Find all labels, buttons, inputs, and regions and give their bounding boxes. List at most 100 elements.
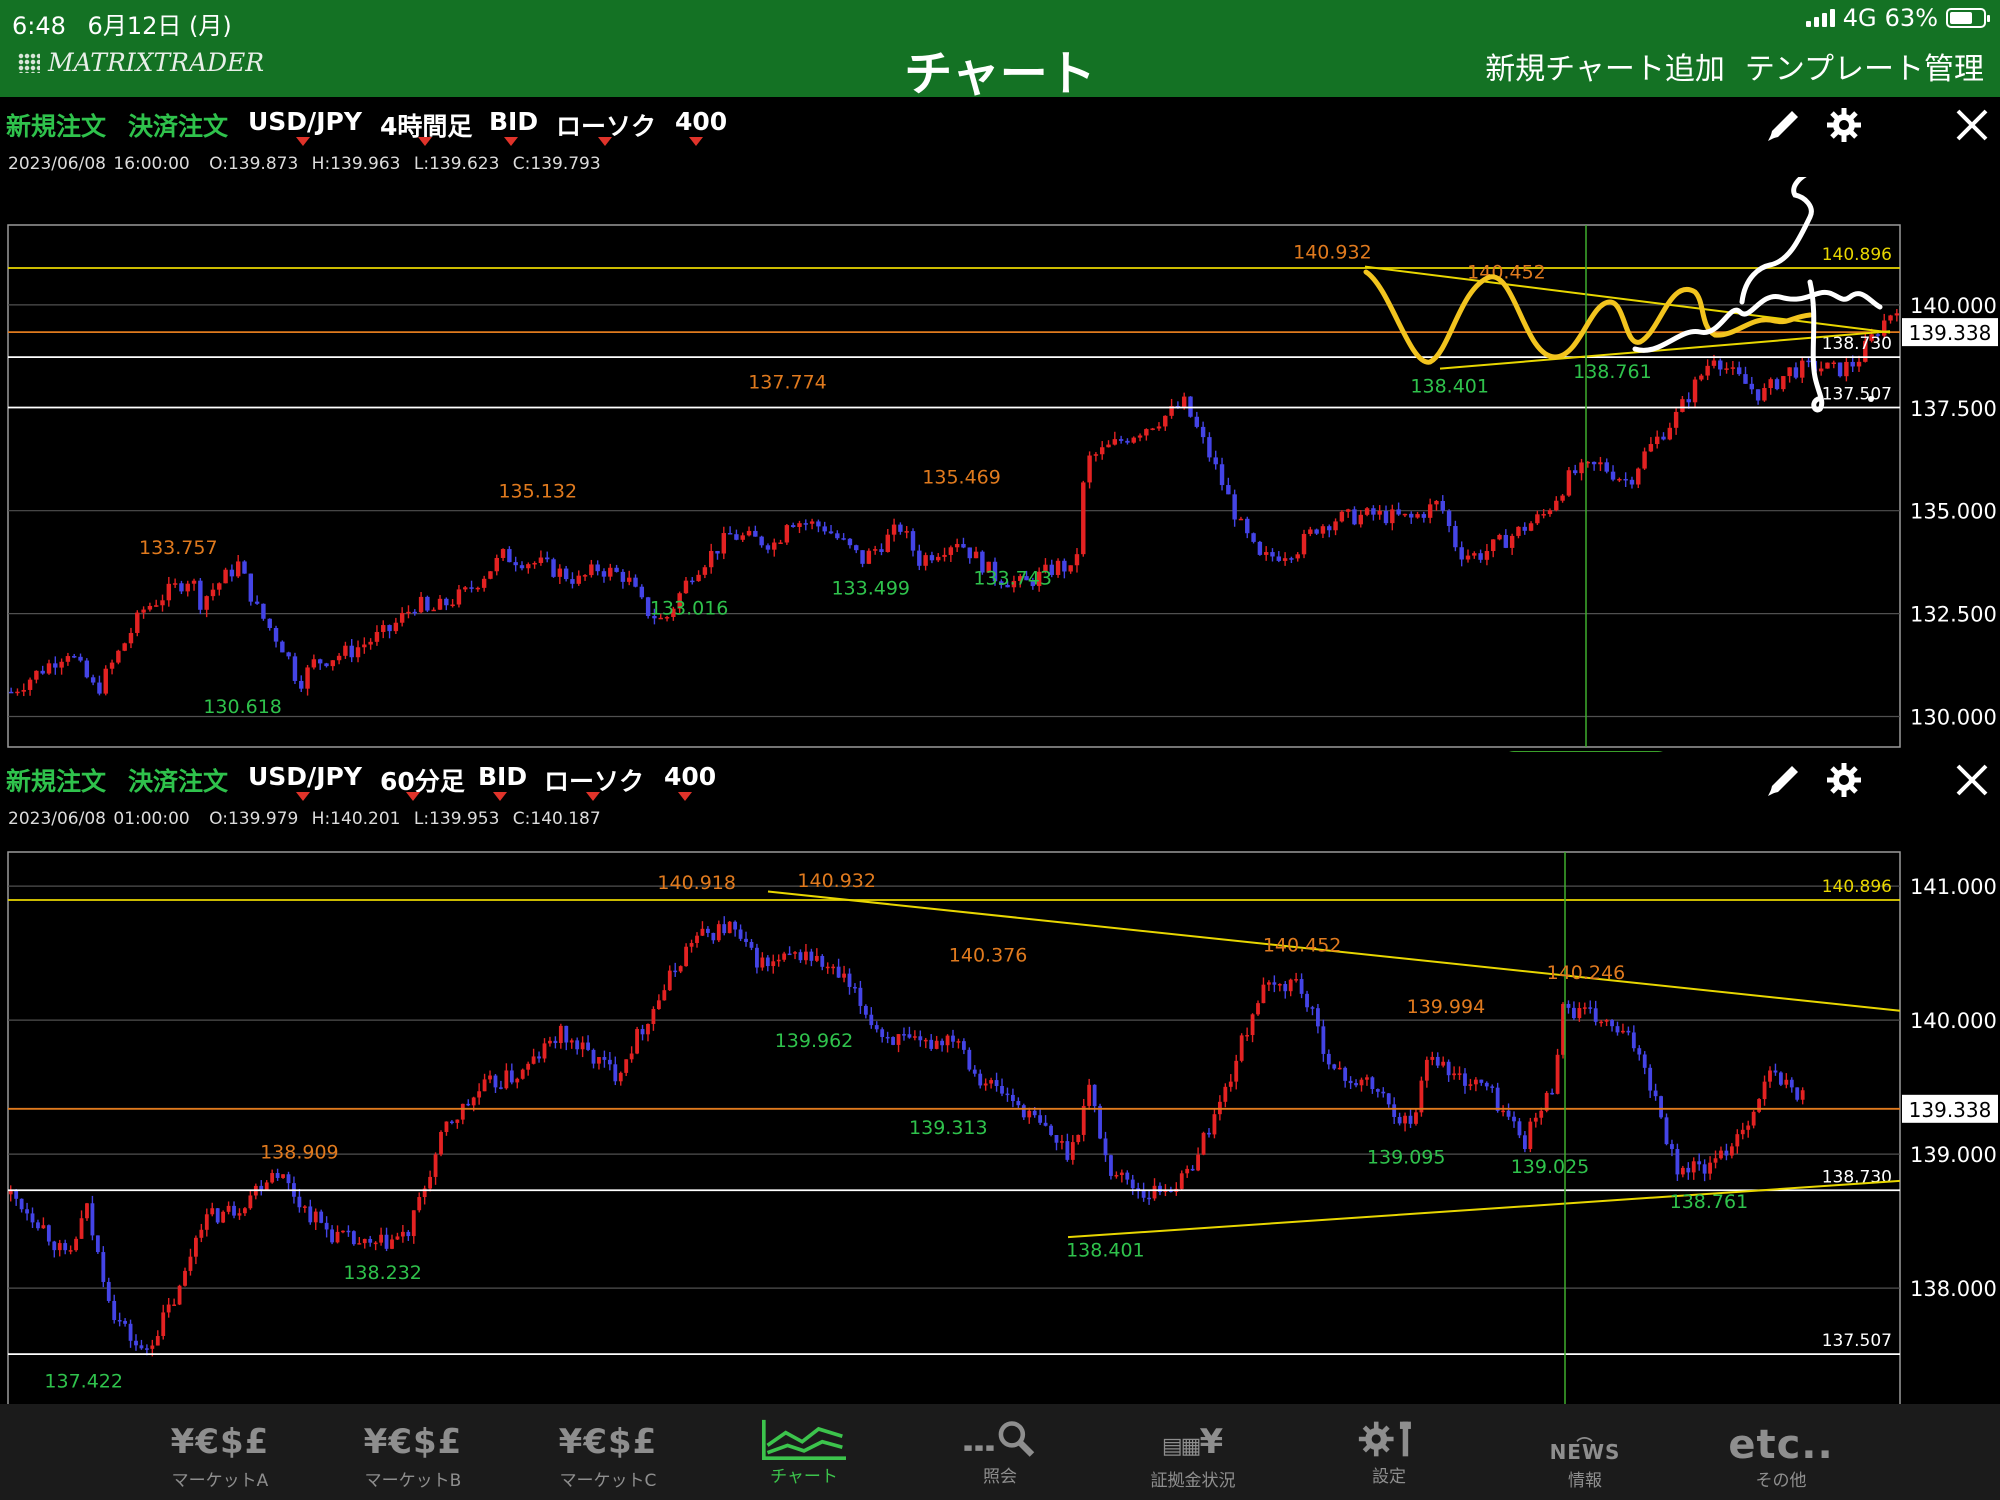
candle-body <box>1375 1089 1380 1092</box>
new-order-button[interactable]: 新規注文 <box>6 762 106 798</box>
candle-body <box>1465 555 1471 560</box>
candle-body <box>589 564 594 576</box>
candle-body <box>1321 1026 1326 1054</box>
candle-body <box>431 609 436 612</box>
candle-body <box>635 1029 639 1054</box>
candle-body <box>1856 361 1862 367</box>
low-price-label: 139.962 <box>775 1030 854 1052</box>
candle-body <box>368 1238 373 1243</box>
candle-body <box>537 1056 541 1059</box>
candle-body <box>601 571 607 577</box>
symbol-select[interactable]: USD/JPY <box>248 107 362 136</box>
candle-body <box>662 990 667 1001</box>
pencil-icon[interactable] <box>1762 760 1806 800</box>
candle-body <box>553 1040 558 1044</box>
candle-body <box>139 1345 144 1349</box>
timeframe-select[interactable]: 60分足 <box>380 762 465 798</box>
candle-body <box>428 1176 433 1189</box>
candlestick-chart-4h[interactable]: 130.000 132.500 135.000 137.500 140.000 140.8… <box>0 177 2000 752</box>
candle-body <box>1697 1161 1702 1165</box>
tab-market-a[interactable]: ¥€$£ マーケットA <box>145 1404 295 1500</box>
candle-body <box>715 550 720 554</box>
candle-body <box>373 1242 378 1245</box>
candle-body <box>765 957 770 967</box>
bar-count-select[interactable]: 400 <box>675 107 727 136</box>
candle-body <box>1582 1007 1587 1009</box>
candle-body <box>1642 1054 1647 1068</box>
low-price-label: 133.743 <box>973 567 1052 589</box>
tab-market-c[interactable]: ¥€$£ マーケットC <box>533 1404 683 1500</box>
candle-body <box>1604 462 1609 472</box>
candle-body <box>40 670 45 674</box>
candle-body <box>273 627 279 642</box>
candle-body <box>545 557 550 560</box>
candle-body <box>595 564 600 572</box>
tab-news[interactable]: ︵ NEWS 情報 <box>1510 1404 1660 1500</box>
candle-body <box>1000 1086 1004 1094</box>
symbol-select[interactable]: USD/JPY <box>248 762 362 791</box>
price-type-select[interactable]: BID <box>489 107 538 136</box>
candle-body <box>1789 1079 1794 1088</box>
horizontal-line-label: 140.896 <box>1822 877 1892 897</box>
candle-body <box>994 1080 999 1087</box>
logo-mark-icon <box>18 52 40 73</box>
candle-body <box>570 579 575 584</box>
candlestick-chart-60m[interactable]: 138.000 139.000 140.000 141.000 140.896 138.7… <box>0 832 2000 1404</box>
candle-body <box>907 1034 912 1038</box>
candle-body <box>1648 1067 1653 1091</box>
gear-icon[interactable] <box>1822 105 1866 145</box>
tab-inquiry[interactable]: 照会 <box>925 1404 1075 1500</box>
candle-body <box>471 1097 476 1106</box>
candle-body <box>153 605 159 607</box>
pencil-icon[interactable] <box>1762 105 1806 145</box>
symbol-dropdown-icon <box>296 792 310 801</box>
candle-body <box>1751 1111 1756 1126</box>
candle-body <box>1383 510 1389 524</box>
close-icon[interactable] <box>1950 105 1994 145</box>
candle-body <box>1147 1197 1151 1200</box>
candle-body <box>809 521 815 524</box>
candle-body <box>934 1040 939 1049</box>
candle-body <box>740 535 745 540</box>
candle-body <box>210 1208 215 1215</box>
candle-body <box>1818 368 1824 372</box>
candle-body <box>336 655 342 661</box>
candle-body <box>1554 500 1559 511</box>
candle-body <box>772 542 777 550</box>
candle-body <box>1093 454 1099 456</box>
settle-order-button[interactable]: 決済注文 <box>128 762 228 798</box>
tab-settings[interactable]: 設定 <box>1314 1404 1464 1500</box>
candle-body <box>450 604 455 607</box>
candle-body <box>760 957 765 968</box>
bar-count-select[interactable]: 400 <box>664 762 716 791</box>
candle-body <box>308 1206 313 1223</box>
tab-other[interactable]: etc.. その他 <box>1706 1404 1856 1500</box>
price-type-select[interactable]: BID <box>478 762 527 791</box>
tab-margin-status[interactable]: ▤▦¥ 証拠金状況 <box>1118 1404 1268 1500</box>
candle-body <box>1427 504 1433 518</box>
template-manage-button[interactable]: テンプレート管理 <box>1745 44 1984 88</box>
tab-label: 照会 <box>983 1467 1017 1487</box>
candle-body <box>828 531 834 534</box>
candle-body <box>232 1205 236 1216</box>
tab-chart[interactable]: チャート <box>729 1404 879 1500</box>
candle-body <box>1484 551 1490 560</box>
candle-body <box>466 1103 471 1106</box>
gear-icon[interactable] <box>1822 760 1866 800</box>
candle-body <box>1598 462 1603 465</box>
add-chart-button[interactable]: 新規チャート追加 <box>1485 44 1725 88</box>
candle-body <box>580 1042 585 1050</box>
candle-body <box>835 533 840 539</box>
candle-body <box>349 645 354 658</box>
new-order-button[interactable]: 新規注文 <box>6 107 106 143</box>
candle-body <box>221 1211 226 1223</box>
tab-market-b[interactable]: ¥€$£ マーケットB <box>338 1404 488 1500</box>
candle-body <box>733 921 738 930</box>
y-tick-label: 138.000 <box>1910 1277 1997 1301</box>
close-icon[interactable] <box>1950 760 1994 800</box>
candle-body <box>155 1335 160 1346</box>
candle-body <box>967 547 972 559</box>
candle-body <box>910 531 916 551</box>
settle-order-button[interactable]: 決済注文 <box>128 107 228 143</box>
candle-body <box>1305 993 1309 1008</box>
